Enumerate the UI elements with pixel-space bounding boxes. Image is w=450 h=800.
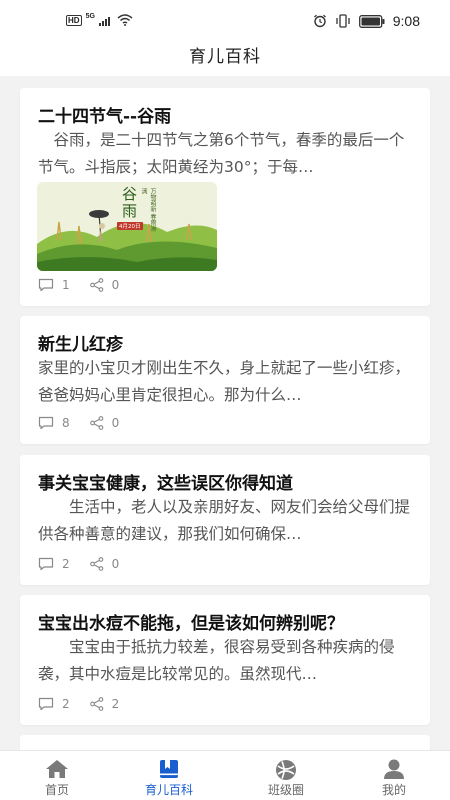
status-left: HD 5G <box>66 12 133 26</box>
circle-icon <box>276 760 296 780</box>
article-excerpt: 家里的小宝贝才刚出生不久，身上就起了一些小红疹，爸爸妈妈心里肯定很担心。那为什么… <box>38 359 411 404</box>
home-icon <box>46 760 68 778</box>
article-title: 新生儿红疹 <box>38 335 123 355</box>
status-bar: HD 5G 9:08 <box>0 0 450 40</box>
app-header: 育儿百科 <box>0 40 450 76</box>
share-count: 0 <box>111 557 120 571</box>
article-meta: 8 0 <box>38 416 139 430</box>
share-icon[interactable] <box>89 278 104 292</box>
comment-count: 1 <box>62 278 70 292</box>
article-excerpt: 宝宝由于抵抗力较差，很容易受到各种疾病的侵袭，其中水痘是比较常见的。虽然现代… <box>38 638 395 683</box>
tab-label: 我的 <box>381 783 406 797</box>
thumbnail-big-text: 谷雨 <box>120 186 138 220</box>
article-title: 宝宝出水痘不能拖，但是该如何辨别呢？ <box>38 614 344 634</box>
wifi-icon <box>117 14 133 26</box>
share-icon[interactable] <box>89 557 104 571</box>
status-time: 9:08 <box>392 13 420 29</box>
share-icon[interactable] <box>89 416 104 430</box>
comment-icon[interactable] <box>38 278 54 292</box>
network-label: 5G <box>85 12 95 20</box>
article-card[interactable]: 宝宝出水痘不能拖，但是该如何辨别呢？ 宝宝由于抵抗力较差，很容易受到各种疾病的侵… <box>20 595 430 725</box>
article-excerpt: 谷雨，是二十四节气之第6个节气，春季的最后一个节气。斗指辰；太阳黄经为30°；于… <box>38 131 405 176</box>
article-card[interactable]: 二十四节气--谷雨 谷雨，是二十四节气之第6个节气，春季的最后一个节气。斗指辰；… <box>20 88 430 306</box>
user-icon <box>384 759 404 779</box>
hd-badge: HD <box>66 14 82 26</box>
share-icon[interactable] <box>89 697 104 711</box>
signal-icon <box>98 16 110 26</box>
article-title: 事关宝宝健康，这些误区你得知道 <box>38 474 293 494</box>
comment-count: 2 <box>62 697 70 711</box>
alarm-icon <box>313 14 326 28</box>
page-title: 育儿百科 <box>189 47 261 67</box>
article-meta: 2 0 <box>38 557 139 571</box>
thumbnail-side-text: 万物萌新 春雨淋漓 <box>140 188 156 232</box>
article-card[interactable]: 事关宝宝健康，这些误区你得知道 生活中，老人以及亲朋好友、网友们会给父母们提供各… <box>20 455 430 585</box>
share-count: 0 <box>111 278 120 292</box>
share-count: 0 <box>111 416 120 430</box>
status-right: 9:08 <box>313 13 420 29</box>
vibrate-icon <box>336 14 350 28</box>
tab-profile[interactable]: 我的 <box>344 751 444 800</box>
tab-label: 育儿百科 <box>144 783 193 797</box>
comment-icon[interactable] <box>38 557 54 571</box>
tab-home[interactable]: 首页 <box>7 751 107 800</box>
tab-label: 班级圈 <box>267 783 304 797</box>
comment-count: 2 <box>62 557 70 571</box>
article-title: 二十四节气--谷雨 <box>38 107 172 127</box>
battery-icon <box>358 14 385 28</box>
comment-icon[interactable] <box>38 416 54 430</box>
comment-count: 8 <box>62 416 70 430</box>
comment-icon[interactable] <box>38 697 54 711</box>
article-meta: 1 0 <box>38 278 139 292</box>
bottom-tab-bar: 首页 育儿百科 班级圈 我的 <box>0 750 450 800</box>
article-meta: 2 2 <box>38 697 139 711</box>
article-card-partial[interactable] <box>20 735 430 750</box>
article-card[interactable]: 新生儿红疹 家里的小宝贝才刚出生不久，身上就起了一些小红疹，爸爸妈妈心里肯定很担… <box>20 316 430 444</box>
tab-class-circle[interactable]: 班级圈 <box>236 751 336 800</box>
tab-encyclopedia[interactable]: 育儿百科 <box>119 751 219 800</box>
article-excerpt: 生活中，老人以及亲朋好友、网友们会给父母们提供各种善意的建议，那我们如何确保… <box>38 498 411 543</box>
share-count: 2 <box>111 697 120 711</box>
book-icon <box>160 760 178 778</box>
tab-label: 首页 <box>44 783 69 797</box>
article-thumbnail: 谷雨 4月20日 万物萌新 春雨淋漓 <box>37 182 217 271</box>
